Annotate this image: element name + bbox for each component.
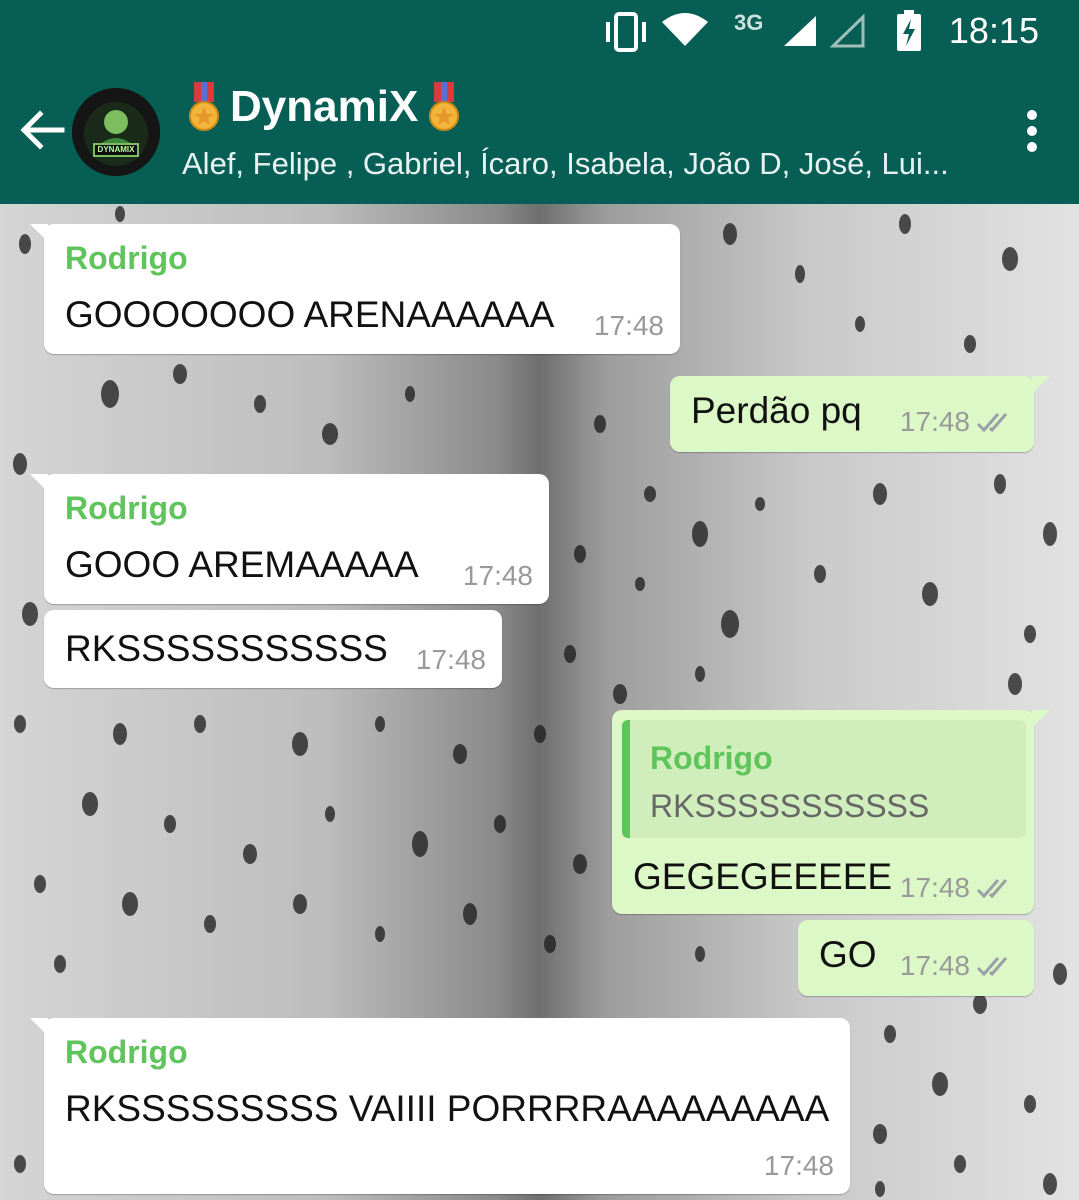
bubble-tail xyxy=(30,224,48,242)
outgoing-message[interactable]: GO 17:48 xyxy=(798,920,1034,996)
vibrate-icon xyxy=(606,12,646,52)
bubble-tail xyxy=(1032,710,1050,728)
chat-area[interactable]: Rodrigo GOOOOOOO ARENAAAAAA 17:48 Perdão… xyxy=(0,204,1079,1200)
signal-icon xyxy=(784,16,816,46)
status-bar: 3G 18:15 xyxy=(0,0,1079,62)
read-ticks-icon xyxy=(976,957,1008,977)
message-sender: Rodrigo xyxy=(65,1034,188,1070)
chat-header: DYNAMIX DynamiX Alef, Felipe , Gabriel, … xyxy=(0,62,1079,204)
network-type-label: 3G xyxy=(734,10,764,35)
quote-accent-bar xyxy=(622,720,630,838)
signal-empty-icon xyxy=(830,14,865,48)
military-medal-icon xyxy=(189,82,219,131)
message-text: GO xyxy=(819,934,877,975)
bubble-tail xyxy=(30,474,48,492)
read-ticks-icon xyxy=(976,413,1008,433)
message-sender: Rodrigo xyxy=(65,490,188,526)
quoted-sender: Rodrigo xyxy=(650,740,773,776)
message-text: RKSSSSSSSSSSS xyxy=(65,628,388,669)
message-text: Perdão pq xyxy=(691,390,862,431)
avatar-text: DYNAMIX xyxy=(97,145,135,154)
wifi-icon xyxy=(662,13,708,46)
quoted-message[interactable]: Rodrigo RKSSSSSSSSSSS xyxy=(622,720,1026,838)
message-sender: Rodrigo xyxy=(65,240,188,276)
outgoing-reply-message[interactable]: Rodrigo RKSSSSSSSSSSS GEGEGEEEEE 17:48 xyxy=(612,710,1050,914)
message-time: 17:48 xyxy=(899,872,970,903)
back-arrow-icon[interactable] xyxy=(18,106,66,154)
message-time: 17:48 xyxy=(462,560,533,591)
message-time: 17:48 xyxy=(593,310,664,341)
message-time: 17:48 xyxy=(899,406,970,437)
military-medal-icon xyxy=(429,82,460,131)
group-title: DynamiX xyxy=(230,82,419,131)
message-time: 17:48 xyxy=(415,644,486,675)
battery-charging-icon xyxy=(897,10,921,51)
group-participants[interactable]: Alef, Felipe , Gabriel, Ícaro, Isabela, … xyxy=(182,146,982,182)
clock: 18:15 xyxy=(948,10,1039,51)
incoming-message[interactable]: Rodrigo GOOO AREMAAAAA 17:48 xyxy=(30,474,549,604)
incoming-message[interactable]: Rodrigo GOOOOOOO ARENAAAAAA 17:48 xyxy=(30,224,680,354)
bubble-tail xyxy=(1032,376,1050,394)
quoted-text: RKSSSSSSSSSSS xyxy=(650,788,930,824)
message-time: 17:48 xyxy=(899,950,970,981)
group-avatar[interactable]: DYNAMIX xyxy=(72,88,160,176)
message-text: GEGEGEEEEE xyxy=(633,856,893,897)
message-time: 17:48 xyxy=(763,1150,834,1181)
message-text: RKSSSSSSSSS VAIIII PORRRRAAAAAAAAA xyxy=(65,1088,830,1129)
incoming-message[interactable]: Rodrigo RKSSSSSSSSS VAIIII PORRRRAAAAAAA… xyxy=(30,1018,850,1194)
incoming-message[interactable]: RKSSSSSSSSSSS 17:48 xyxy=(44,610,502,688)
overflow-menu-icon[interactable] xyxy=(1025,110,1039,154)
group-title-row[interactable]: DynamiX xyxy=(184,82,464,132)
read-ticks-icon xyxy=(976,879,1008,899)
outgoing-message[interactable]: Perdão pq 17:48 xyxy=(670,376,1050,452)
message-text: GOOO AREMAAAAA xyxy=(65,544,419,585)
message-text: GOOOOOOO ARENAAAAAA xyxy=(65,294,555,335)
bubble-tail xyxy=(30,1018,48,1036)
avatar-image xyxy=(72,88,160,176)
